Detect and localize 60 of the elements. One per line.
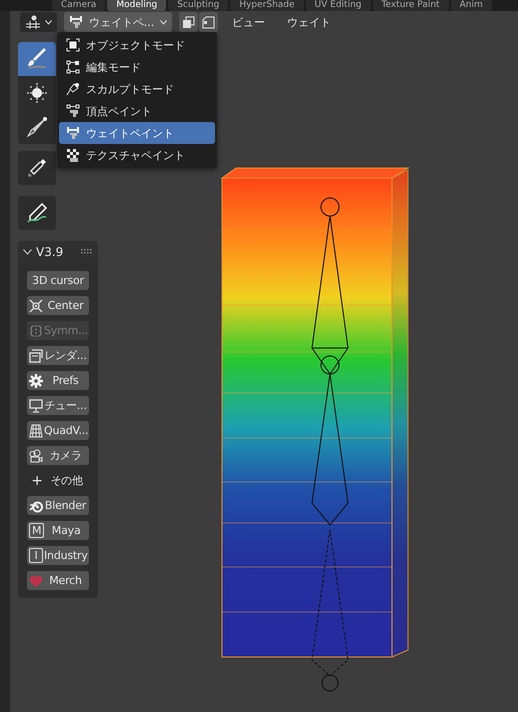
mode-menu-item[interactable]: スカルプトモード xyxy=(59,78,215,100)
panel-button[interactable]: Center xyxy=(27,296,89,315)
mode-dropdown[interactable]: ウェイトペ... xyxy=(64,12,172,32)
caret-icon xyxy=(160,20,167,24)
panel-button[interactable]: QuadV... xyxy=(27,421,89,440)
menu-item[interactable]: ビュー xyxy=(224,12,273,32)
xray-toggle[interactable] xyxy=(179,12,198,32)
panel-button[interactable]: Merch xyxy=(27,571,89,590)
vertex-paint-icon xyxy=(66,104,80,118)
annotate-pencil-icon xyxy=(26,202,48,224)
workspace-tab[interactable]: Texture Paint xyxy=(372,0,449,11)
panel-button[interactable]: 3D cursor xyxy=(27,271,89,290)
panel-title: V3.9 xyxy=(36,245,64,259)
editor-type-button[interactable] xyxy=(20,12,57,32)
workspace-tab[interactable]: Anim xyxy=(450,0,492,11)
checker-icon xyxy=(66,148,80,162)
overlay-toggle[interactable] xyxy=(199,12,218,32)
workspace-tab[interactable]: Modeling xyxy=(107,0,166,11)
gear-icon xyxy=(29,374,43,388)
workspace-tab[interactable]: HyperShade xyxy=(230,0,304,11)
eyedropper-icon xyxy=(26,157,48,179)
monitor-icon xyxy=(29,398,43,412)
panel-button[interactable]: I Industry xyxy=(27,546,89,565)
mode-menu-item[interactable]: ウェイトペイント xyxy=(59,122,215,144)
panel-button[interactable]: チュー... xyxy=(27,396,89,415)
blender-logo-icon xyxy=(29,498,43,512)
viewport-icon xyxy=(25,15,41,29)
grid-icon xyxy=(29,424,43,438)
panel-button[interactable]: + その他 xyxy=(27,471,89,490)
workspace-tab[interactable]: Sculpting xyxy=(168,0,228,11)
mode-menu-item[interactable]: 頂点ペイント xyxy=(59,100,215,122)
panel-button[interactable]: Blender xyxy=(27,496,89,515)
heart-icon xyxy=(29,574,43,588)
overlap-squares-icon xyxy=(182,16,195,28)
mode-menu-item[interactable]: オブジェクトモード xyxy=(59,34,215,56)
caret-icon xyxy=(45,20,52,24)
camera-icon xyxy=(29,448,43,462)
render-icon xyxy=(29,348,43,362)
menu-item[interactable]: ウェイト xyxy=(279,12,339,32)
workspace-tab[interactable]: UV Editing xyxy=(306,0,370,11)
panel-button[interactable]: レンダ... xyxy=(27,346,89,365)
weight-paint-icon xyxy=(69,15,83,29)
dotted-circle-icon xyxy=(26,82,48,104)
mode-menu-item[interactable]: 編集モード xyxy=(59,56,215,78)
sculpt-brush-icon xyxy=(66,82,80,96)
brush-icon xyxy=(26,48,48,70)
weight-paint-icon xyxy=(66,126,80,140)
panel-button[interactable]: M Maya xyxy=(27,521,89,540)
vertices-icon xyxy=(66,60,80,74)
tool-button[interactable] xyxy=(18,151,56,185)
panel-button[interactable]: カメラ xyxy=(27,446,89,465)
workspace-tab[interactable]: Camera xyxy=(52,0,106,11)
grip-icon xyxy=(81,249,93,255)
tool-button[interactable] xyxy=(18,196,56,230)
mirror-icon xyxy=(29,324,43,338)
mode-menu-item[interactable]: テクスチャペイント xyxy=(59,144,215,166)
panel-button[interactable]: Prefs xyxy=(27,371,89,390)
target-icon xyxy=(29,298,43,312)
object-mode-icon xyxy=(66,38,80,52)
smear-brush-icon xyxy=(26,116,48,138)
